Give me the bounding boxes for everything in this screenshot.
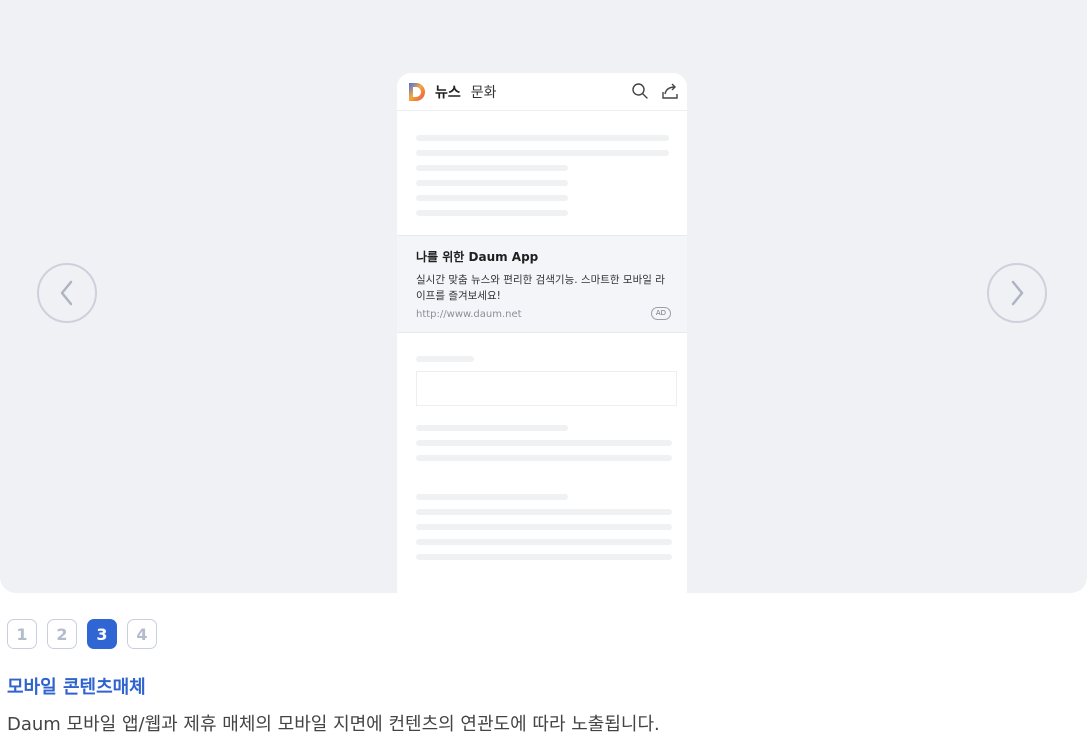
skeleton-line: [416, 524, 672, 530]
skeleton-line: [416, 455, 672, 461]
skeleton-line: [416, 425, 568, 431]
category-label[interactable]: 문화: [471, 82, 497, 102]
next-slide-button[interactable]: [987, 263, 1047, 323]
daum-logo-icon: [409, 82, 425, 101]
skeleton-line: [416, 195, 568, 201]
section-title: 모바일 콘텐츠매체: [7, 677, 146, 698]
carousel-stage: 뉴스 문화 나를 위한 Daum App 실시간 맞춤 뉴스와 편리한 검색기능…: [0, 0, 1087, 593]
ad-title: 나를 위한 Daum App: [416, 250, 539, 264]
ad-badge: AD: [650, 307, 671, 320]
phone-header: 뉴스 문화: [397, 73, 687, 111]
ad-description: 실시간 맞춤 뉴스와 편리한 검색기능. 스마트한 모바일 라이프를 즐겨보세요…: [416, 274, 665, 302]
chevron-right-icon: [1011, 280, 1024, 306]
news-label[interactable]: 뉴스: [435, 82, 461, 102]
phone-preview: 뉴스 문화 나를 위한 Daum App 실시간 맞춤 뉴스와 편리한 검색기능…: [397, 73, 687, 593]
skeleton-line: [416, 509, 672, 515]
skeleton-line: [416, 210, 568, 216]
search-icon[interactable]: [631, 82, 649, 100]
pagination: 1 2 3 4: [7, 619, 157, 649]
skeleton-box: [416, 371, 677, 406]
ad-url[interactable]: http://www.daum.net: [416, 309, 671, 320]
phone-header-icons: [631, 82, 679, 100]
skeleton-line: [416, 554, 672, 560]
skeleton-line: [416, 494, 568, 500]
skeleton-line: [416, 165, 568, 171]
ad-card[interactable]: 나를 위한 Daum App 실시간 맞춤 뉴스와 편리한 검색기능. 스마트한…: [397, 235, 687, 333]
skeleton-line: [416, 539, 672, 545]
skeleton-line: [416, 180, 568, 186]
page-button-3[interactable]: 3: [87, 619, 117, 649]
page-button-1[interactable]: 1: [7, 619, 37, 649]
share-icon[interactable]: [661, 82, 679, 100]
skeleton-line: [416, 135, 669, 141]
prev-slide-button[interactable]: [37, 263, 97, 323]
section-description: Daum 모바일 앱/웹과 제휴 매체의 모바일 지면에 컨텐츠의 연관도에 따…: [7, 714, 660, 735]
page-button-2[interactable]: 2: [47, 619, 77, 649]
skeleton-line: [416, 356, 474, 362]
page-button-4[interactable]: 4: [127, 619, 157, 649]
skeleton-line: [416, 440, 672, 446]
skeleton-line: [416, 150, 669, 156]
chevron-left-icon: [60, 280, 73, 306]
